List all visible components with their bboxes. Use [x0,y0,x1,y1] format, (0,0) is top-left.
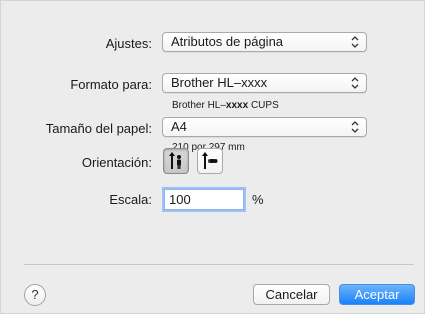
portrait-orientation-button[interactable] [163,148,189,174]
ok-button[interactable]: Aceptar [339,284,415,305]
format-for-popup[interactable]: Brother HL–xxxx [162,73,367,93]
updown-arrows-icon [351,36,359,48]
portrait-icon [169,152,181,169]
printer-detail-suffix: CUPS [250,100,279,111]
paper-size-popup[interactable]: A4 [162,117,367,137]
orientation-label: Orientación: [81,155,152,170]
scale-unit: % [252,192,264,207]
help-button[interactable]: ? [24,284,46,306]
updown-arrows-icon [351,121,359,133]
updown-arrows-icon [351,77,359,89]
printer-detail-prefix: Brother HL– [172,100,226,111]
landscape-orientation-button[interactable] [197,148,223,174]
scale-label: Escala: [109,192,152,207]
settings-popup[interactable]: Atributos de página [162,32,367,52]
paper-size-value: A4 [171,119,187,134]
settings-value: Atributos de página [171,34,284,49]
page-setup-dialog: Ajustes: Atributos de página Formato par… [0,0,425,314]
format-for-label: Formato para: [70,77,152,92]
scale-input[interactable] [164,189,244,210]
landscape-icon [202,152,218,169]
settings-label: Ajustes: [105,36,152,51]
printer-detail-model: xxxx [225,100,249,111]
format-for-value: Brother HL–xxxx [171,75,268,90]
printer-detail: Brother HL–xxxx CUPS [172,100,279,111]
paper-size-label: Tamaño del papel: [45,121,152,136]
cancel-button[interactable]: Cancelar [253,284,330,305]
footer-divider [24,264,414,265]
